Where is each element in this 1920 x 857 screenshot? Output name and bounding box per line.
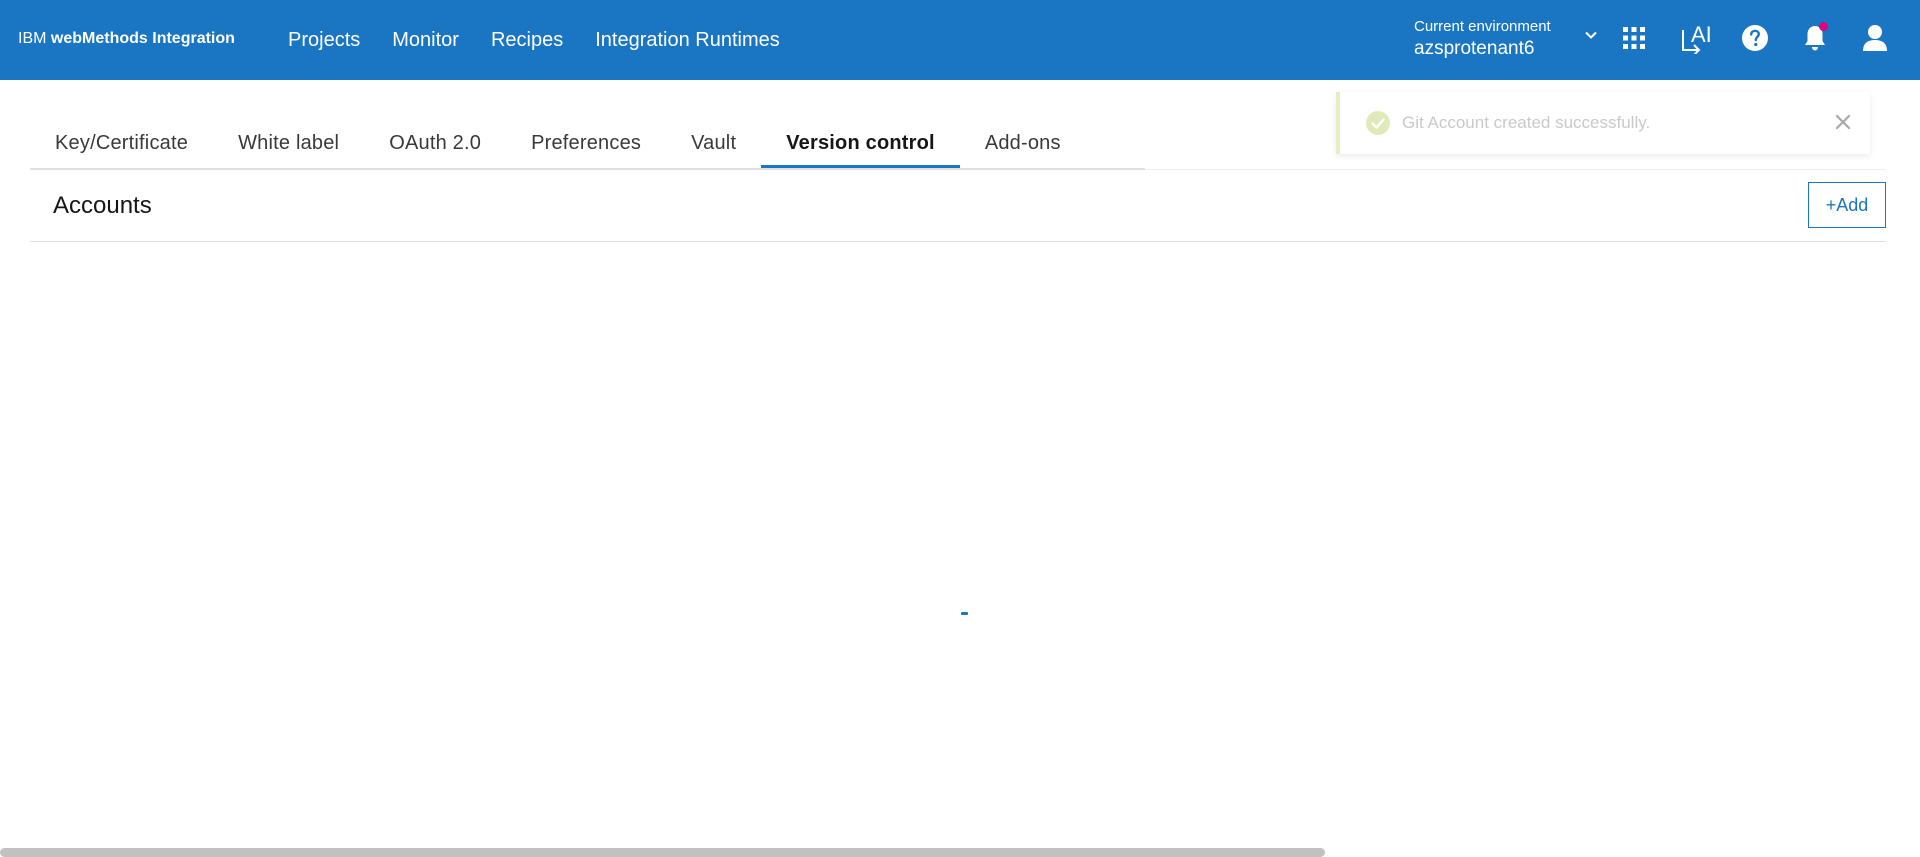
nav-projects[interactable]: Projects: [272, 29, 376, 52]
ai-assistant-icon[interactable]: AI: [1679, 22, 1715, 54]
notification-bell-icon[interactable]: [1800, 22, 1830, 54]
tab-preferences[interactable]: Preferences: [506, 120, 666, 168]
tab-key-certificate[interactable]: Key/Certificate: [30, 120, 213, 168]
brand-logo[interactable]: IBM webMethods Integration: [18, 30, 235, 48]
environment-value: azsprotenant6: [1414, 38, 1535, 59]
environment-label: Current environment: [1414, 18, 1551, 35]
nav-recipes[interactable]: Recipes: [475, 29, 579, 52]
help-icon[interactable]: [1740, 22, 1770, 54]
top-header: IBM webMethods Integration Projects Moni…: [0, 0, 1920, 80]
nav-monitor[interactable]: Monitor: [376, 29, 475, 52]
add-account-button[interactable]: +Add: [1808, 182, 1886, 228]
close-icon[interactable]: [1832, 111, 1854, 133]
chevron-down-icon[interactable]: [1582, 26, 1600, 44]
tab-add-ons[interactable]: Add-ons: [960, 120, 1086, 168]
brand-prefix: IBM: [18, 30, 47, 47]
tab-vault[interactable]: Vault: [666, 120, 761, 168]
notification-badge: [1819, 22, 1828, 31]
accounts-divider: [30, 241, 1886, 242]
horizontal-scrollbar[interactable]: [0, 848, 1325, 857]
brand-name: webMethods Integration: [50, 30, 235, 47]
apps-grid-icon[interactable]: [1619, 22, 1649, 54]
page-title: Accounts: [53, 192, 152, 219]
tabs-divider: [1145, 169, 1886, 170]
loading-indicator: [961, 612, 968, 615]
ai-label: AI: [1691, 22, 1712, 47]
checkmark-circle-icon: [1366, 111, 1390, 135]
toast-message: Git Account created successfully.: [1402, 113, 1651, 132]
tab-white-label[interactable]: White label: [213, 120, 364, 168]
settings-tabs: Key/Certificate White label OAuth 2.0 Pr…: [30, 120, 1145, 170]
user-profile-icon[interactable]: [1860, 22, 1890, 54]
tab-oauth[interactable]: OAuth 2.0: [364, 120, 506, 168]
nav-integration-runtimes[interactable]: Integration Runtimes: [579, 29, 796, 52]
environment-selector[interactable]: Current environment azsprotenant6: [1414, 18, 1574, 62]
main-nav: Projects Monitor Recipes Integration Run…: [272, 0, 796, 80]
success-toast: Git Account created successfully.: [1336, 92, 1870, 154]
tab-version-control[interactable]: Version control: [761, 120, 960, 168]
